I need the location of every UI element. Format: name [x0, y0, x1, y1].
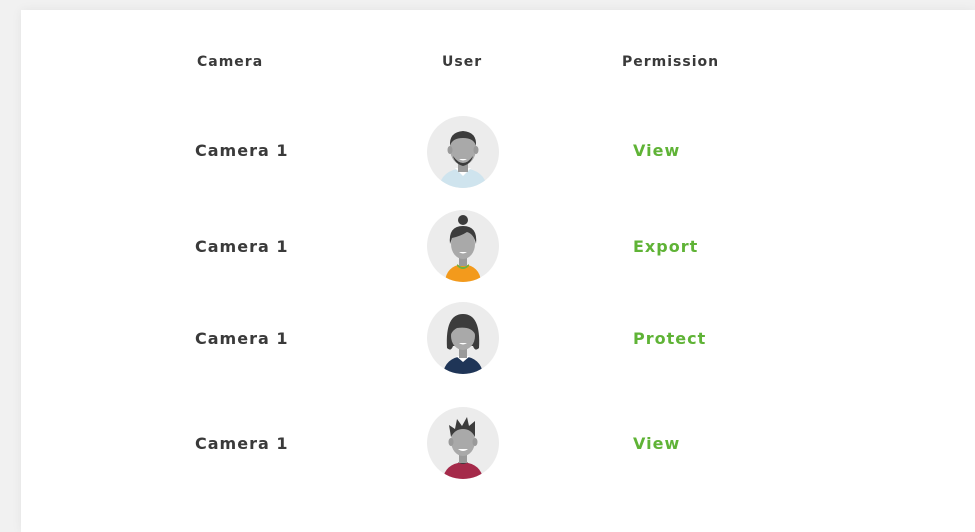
- permission-value: Export: [633, 237, 699, 256]
- camera-name: Camera 1: [195, 434, 289, 453]
- permissions-card: Camera User Permission Camera 1 View Cam…: [21, 10, 975, 532]
- camera-name: Camera 1: [195, 329, 289, 348]
- column-header-camera: Camera: [197, 54, 264, 70]
- male-user-avatar: [427, 116, 499, 188]
- female-user-bun-avatar: [427, 210, 499, 282]
- column-header-permission: Permission: [622, 54, 720, 70]
- column-header-user: User: [442, 54, 483, 70]
- camera-name: Camera 1: [195, 141, 289, 160]
- permission-value: View: [633, 434, 681, 453]
- permission-value: Protect: [633, 329, 707, 348]
- camera-name: Camera 1: [195, 237, 289, 256]
- female-user-bob-avatar: [427, 302, 499, 374]
- permission-value: View: [633, 141, 681, 160]
- male-user-spiky-hair-avatar: [427, 407, 499, 479]
